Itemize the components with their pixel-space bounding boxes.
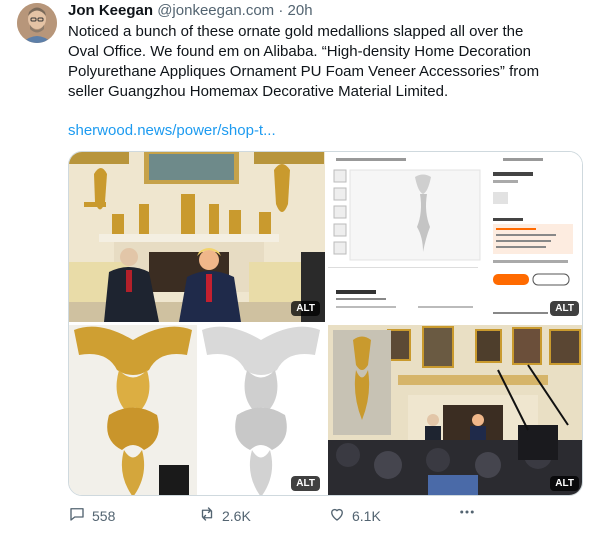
post-time[interactable]: 20h [288, 2, 313, 19]
like-button[interactable]: 6.1K [328, 505, 381, 526]
alt-badge[interactable]: ALT [291, 476, 320, 491]
post-text-line: seller Guangzhou Homemax Decorative Mate… [68, 83, 449, 100]
author-handle[interactable]: @jonkeegan.com [157, 2, 274, 19]
avatar[interactable] [17, 3, 57, 43]
alt-badge[interactable]: ALT [550, 476, 579, 491]
reply-icon [68, 505, 86, 526]
reply-count: 558 [92, 507, 116, 524]
repost-icon [198, 505, 216, 526]
reply-button[interactable]: 558 [68, 505, 115, 526]
post-text-line: Noticed a bunch of these ornate gold med… [68, 23, 524, 40]
author-name[interactable]: Jon Keegan [68, 2, 153, 19]
separator: · [278, 2, 284, 19]
heart-icon [328, 505, 346, 526]
post-text: Noticed a bunch of these ornate gold med… [68, 22, 583, 102]
media-grid: ALT ALT ALT ALT [68, 151, 583, 496]
repost-count: 2.6K [222, 507, 251, 524]
post-text-line: Oval Office. We found em on Alibaba. “Hi… [68, 43, 532, 60]
post-header: Jon Keegan @jonkeegan.com · 20h [68, 2, 313, 20]
media-ornament-closeup[interactable]: ALT [69, 325, 325, 495]
action-bar: 558 2.6K 6.1K [68, 505, 583, 527]
post-text-line: Polyurethane Appliques Ornament PU Foam … [68, 63, 540, 80]
alt-badge[interactable]: ALT [291, 301, 320, 316]
repost-button[interactable]: 2.6K [198, 505, 251, 526]
media-press-room[interactable]: ALT [328, 325, 582, 495]
more-button[interactable] [458, 503, 476, 524]
media-oval-office[interactable]: ALT [69, 152, 325, 322]
alt-badge[interactable]: ALT [550, 301, 579, 316]
like-count: 6.1K [352, 507, 381, 524]
post-link[interactable]: sherwood.news/power/shop-t... [68, 122, 276, 139]
more-icon [458, 503, 476, 524]
media-alibaba-listing[interactable]: ALT [328, 152, 582, 322]
